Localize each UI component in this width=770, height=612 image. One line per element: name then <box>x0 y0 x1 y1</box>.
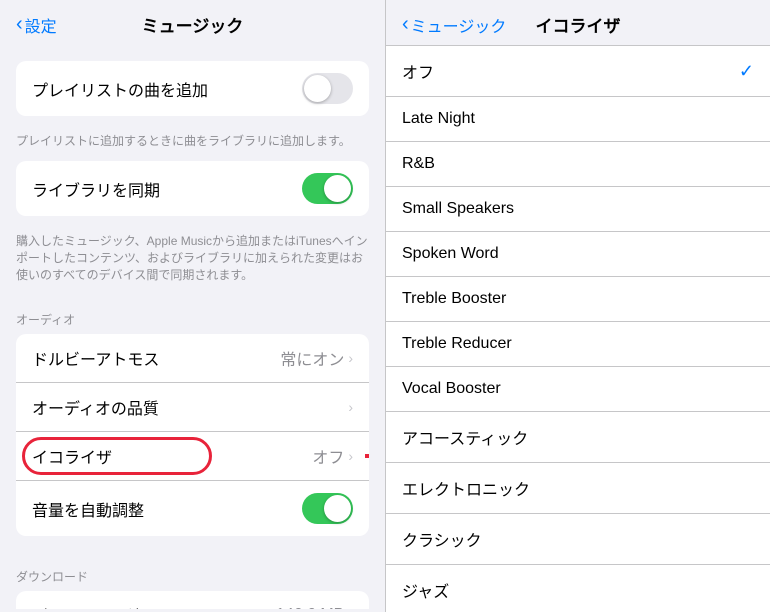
left-title: ミュージック <box>142 12 244 37</box>
eq-item-off[interactable]: オフ ✓ <box>386 46 770 97</box>
left-panel: ‹ 設定 ミュージック プレイリストの曲を追加 プレイリストに追加するときに曲を… <box>0 0 385 612</box>
eq-label-off: オフ <box>402 59 739 83</box>
equalizer-label: イコライザ <box>32 444 312 468</box>
eq-label-jazz: ジャズ <box>402 578 754 602</box>
eq-item-acoustic[interactable]: アコースティック <box>386 412 770 463</box>
library-sub: 購入したミュージック、Apple Musicから追加またはiTunesへインポー… <box>0 232 385 295</box>
eq-label-vocal-booster: Vocal Booster <box>402 380 754 398</box>
eq-item-jazz[interactable]: ジャズ <box>386 565 770 610</box>
eq-item-treble-reducer[interactable]: Treble Reducer <box>386 322 770 367</box>
playlist-card: プレイリストの曲を追加 <box>16 61 369 116</box>
audio-quality-row[interactable]: オーディオの品質 › <box>16 383 369 432</box>
eq-label-treble-reducer: Treble Reducer <box>402 335 754 353</box>
settings-back-button[interactable]: ‹ 設定 <box>16 13 57 37</box>
playlist-row[interactable]: プレイリストの曲を追加 <box>16 61 369 116</box>
eq-label-classic: クラシック <box>402 527 754 551</box>
eq-item-late-night[interactable]: Late Night <box>386 97 770 142</box>
download-card: ダウンロード済み 146.6 MB › ストレージを最適化 オフ › <box>16 591 369 609</box>
library-card: ライブラリを同期 <box>16 161 369 216</box>
equalizer-row[interactable]: イコライザ オフ › <box>16 432 369 481</box>
library-label: ライブラリを同期 <box>32 177 302 201</box>
playlist-label: プレイリストの曲を追加 <box>32 77 302 101</box>
eq-item-electronic[interactable]: エレクトロニック <box>386 463 770 514</box>
eq-label-spoken-word: Spoken Word <box>402 245 754 263</box>
eq-item-spoken-word[interactable]: Spoken Word <box>386 232 770 277</box>
eq-label-rnb: R&B <box>402 155 754 173</box>
audio-quality-chevron-icon: › <box>348 399 353 415</box>
eq-item-treble-booster[interactable]: Treble Booster <box>386 277 770 322</box>
checkmark-icon: ✓ <box>739 61 754 82</box>
equalizer-list: オフ ✓ Late Night R&B Small Speakers Spoke… <box>386 46 770 610</box>
toggle-knob <box>304 75 331 102</box>
toggle-knob-3 <box>324 495 351 522</box>
download-section-label: ダウンロード <box>0 552 385 591</box>
eq-item-classic[interactable]: クラシック <box>386 514 770 565</box>
music-back-button[interactable]: ‹ ミュージック <box>402 13 506 37</box>
music-back-label: ミュージック <box>411 13 507 37</box>
dolby-label: ドルビーアトモス <box>32 346 280 370</box>
red-arrow-icon <box>363 438 369 474</box>
equalizer-value: オフ <box>312 444 344 468</box>
audio-quality-label: オーディオの品質 <box>32 395 348 419</box>
downloaded-value: 146.6 MB <box>276 606 344 609</box>
eq-label-small-speakers: Small Speakers <box>402 200 754 218</box>
volume-adjust-label: 音量を自動調整 <box>32 497 302 521</box>
dolby-chevron-icon: › <box>348 350 353 366</box>
playlist-toggle[interactable] <box>302 73 353 104</box>
eq-item-rnb[interactable]: R&B <box>386 142 770 187</box>
back-chevron-icon-right: ‹ <box>402 13 409 36</box>
left-header: ‹ 設定 ミュージック <box>0 0 385 45</box>
downloaded-row[interactable]: ダウンロード済み 146.6 MB › <box>16 591 369 609</box>
back-label: 設定 <box>25 13 57 37</box>
toggle-knob-2 <box>324 175 351 202</box>
library-toggle[interactable] <box>302 173 353 204</box>
back-chevron-icon: ‹ <box>16 13 23 36</box>
audio-card: ドルビーアトモス 常にオン › オーディオの品質 › イコライザ オフ › <box>16 334 369 536</box>
eq-label-late-night: Late Night <box>402 110 754 128</box>
playlist-sub: プレイリストに追加するときに曲をライブラリに追加します。 <box>0 132 385 161</box>
library-row[interactable]: ライブラリを同期 <box>16 161 369 216</box>
volume-toggle[interactable] <box>302 493 353 524</box>
right-header: ‹ ミュージック イコライザ <box>386 0 770 46</box>
eq-item-vocal-booster[interactable]: Vocal Booster <box>386 367 770 412</box>
dolby-row[interactable]: ドルビーアトモス 常にオン › <box>16 334 369 383</box>
audio-section-label: オーディオ <box>0 295 385 334</box>
downloaded-chevron-icon: › <box>348 607 353 609</box>
left-content: プレイリストの曲を追加 プレイリストに追加するときに曲をライブラリに追加します。… <box>0 45 385 609</box>
dolby-value: 常にオン <box>280 346 344 370</box>
right-panel: ‹ ミュージック イコライザ オフ ✓ Late Night R&B Small… <box>385 0 770 612</box>
eq-label-electronic: エレクトロニック <box>402 476 754 500</box>
eq-label-treble-booster: Treble Booster <box>402 290 754 308</box>
equalizer-chevron-icon: › <box>348 448 353 464</box>
volume-adjust-row[interactable]: 音量を自動調整 <box>16 481 369 536</box>
eq-label-acoustic: アコースティック <box>402 425 754 449</box>
downloaded-label: ダウンロード済み <box>32 603 276 609</box>
eq-item-small-speakers[interactable]: Small Speakers <box>386 187 770 232</box>
